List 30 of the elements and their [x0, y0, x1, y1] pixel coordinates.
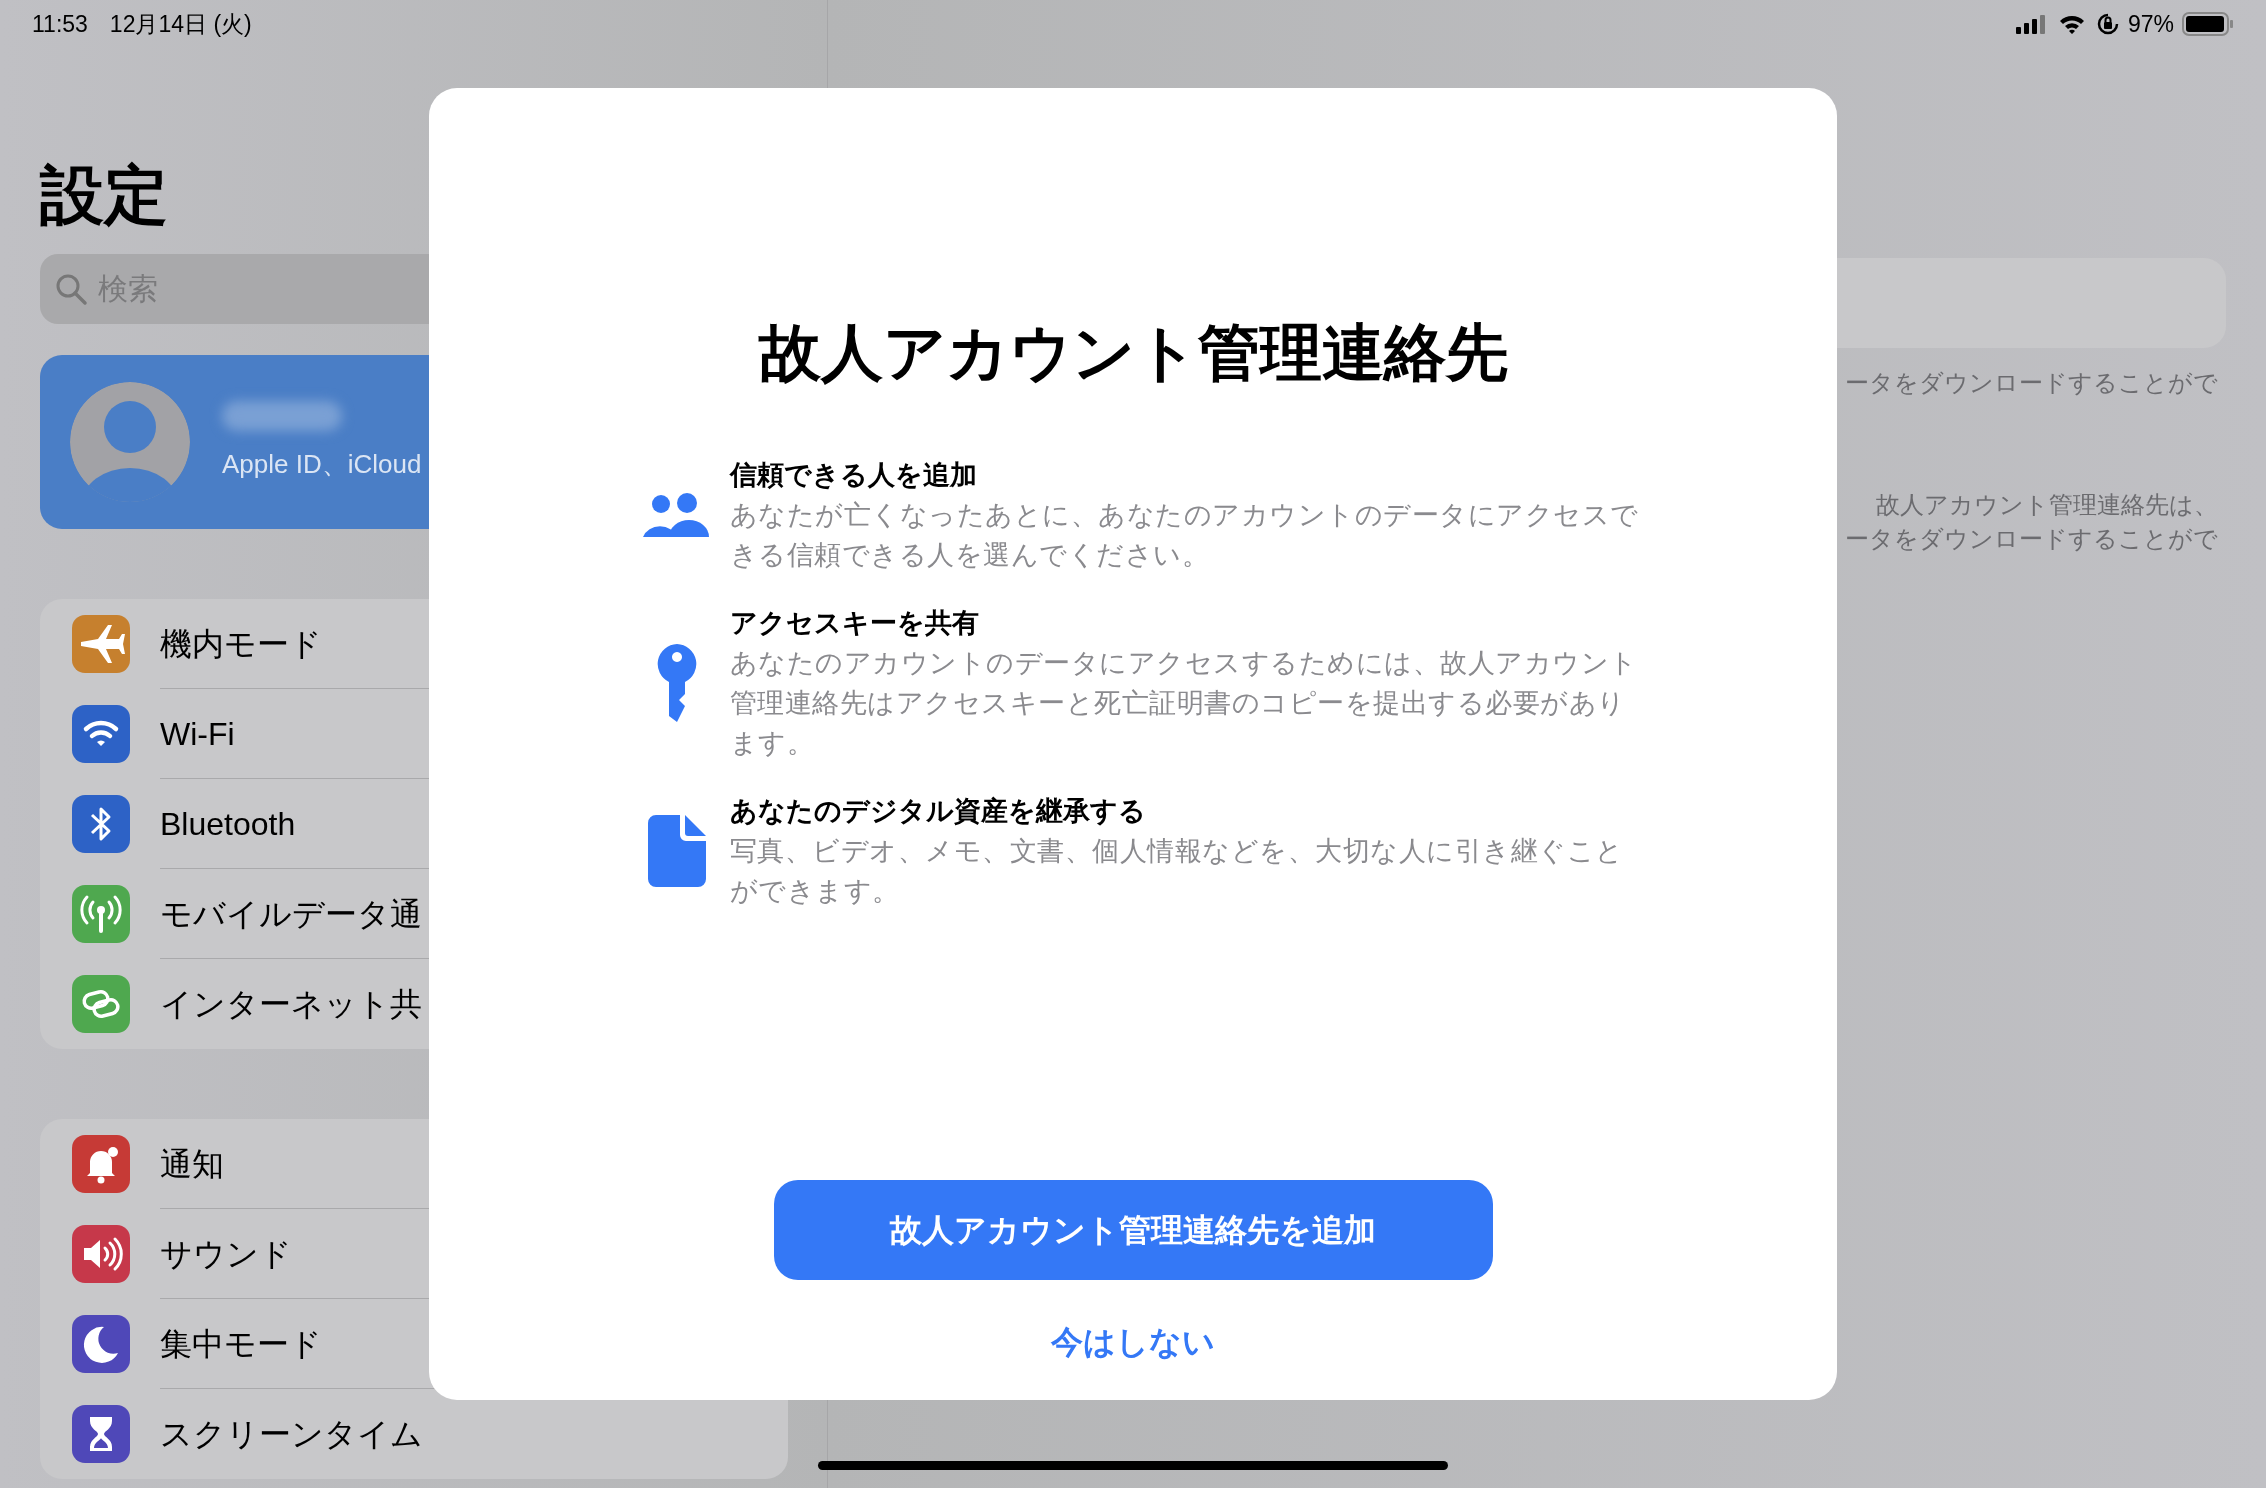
- not-now-link[interactable]: 今はしない: [1051, 1322, 1215, 1362]
- settings-row-label[interactable]: インターネット共: [160, 980, 422, 1028]
- battery-percentage: 97%: [2127, 9, 2174, 39]
- status-date: 12月14日 (火): [109, 9, 252, 39]
- profile-subtitle: Apple ID、iCloud: [222, 447, 422, 481]
- battery-icon: [2182, 12, 2234, 36]
- feature-heading: あなたのデジタル資産を継承する: [729, 795, 1147, 828]
- settings-row-label[interactable]: 通知: [160, 1139, 224, 1188]
- cellular-signal-icon: [2015, 14, 2046, 34]
- home-indicator[interactable]: [818, 1461, 1448, 1470]
- settings-row-label[interactable]: サウンド: [160, 1229, 292, 1278]
- document-icon: [647, 815, 706, 887]
- settings-row-label[interactable]: モバイルデータ通: [160, 889, 422, 938]
- feature-description: 写真、ビデオ、メモ、文書、個人情報などを、大切な人に引き継ぐことができます。: [729, 835, 1625, 908]
- detail-note: ータをダウンロードすることがで: [1845, 524, 2218, 554]
- settings-row-label[interactable]: Wi-Fi: [160, 709, 235, 758]
- status-time: 11:53: [32, 9, 88, 39]
- settings-row-label[interactable]: Bluetooth: [160, 799, 296, 848]
- add-contact-button[interactable]: 故人アカウント管理連絡先を追加: [773, 1180, 1493, 1280]
- search-icon: [54, 272, 88, 306]
- settings-row-label[interactable]: 機内モード: [160, 619, 322, 668]
- feature-description: あなたのアカウントのデータにアクセスするためには、故人アカウント管理連絡先はアクセスキーと死亡証明書のコピーを提出する必要があります。: [729, 647, 1639, 760]
- feature-heading: アクセスキーを共有: [729, 607, 980, 640]
- settings-row-label[interactable]: 集中モード: [160, 1319, 322, 1368]
- detail-note: 故人アカウント管理連絡先は、: [1876, 490, 2218, 520]
- rotation-lock-icon: [2095, 12, 2120, 36]
- detail-note: ータをダウンロードすることがで: [1845, 368, 2218, 398]
- sidebar-title: 設定: [40, 158, 169, 233]
- avatar-icon: [70, 382, 190, 502]
- settings-row-label[interactable]: スクリーンタイム: [160, 1410, 423, 1458]
